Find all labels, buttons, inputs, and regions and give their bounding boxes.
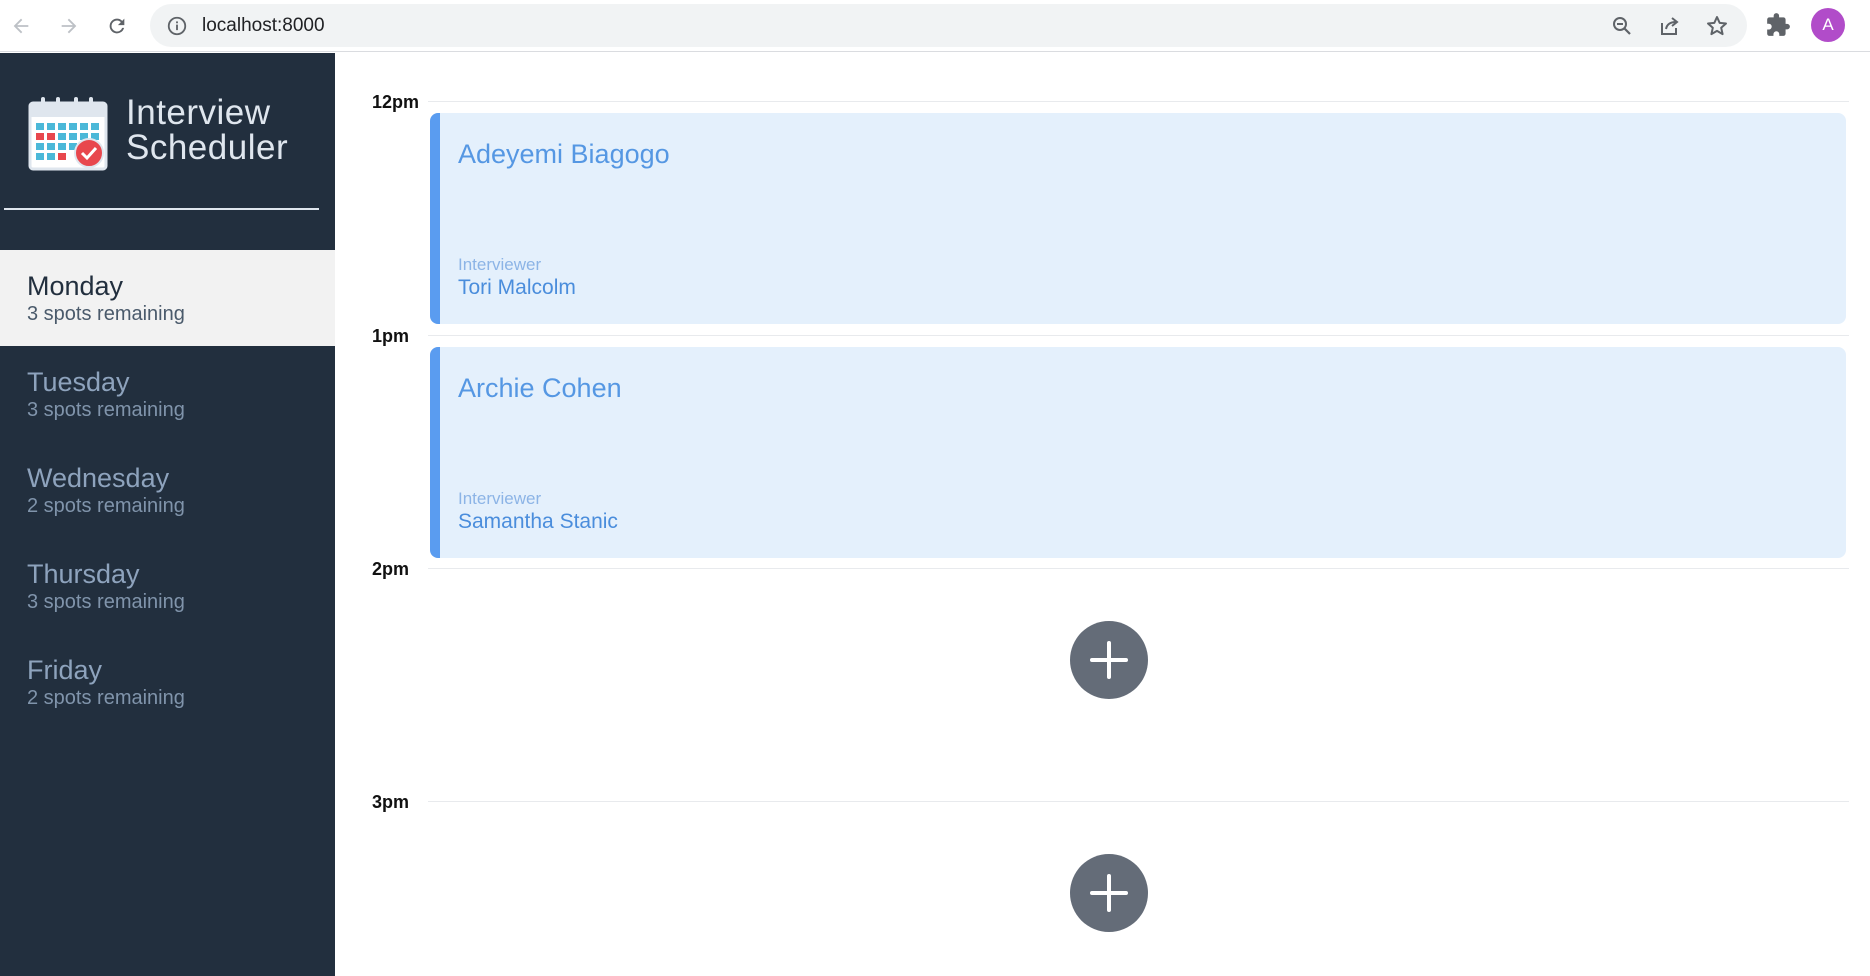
- sidebar-divider: [4, 208, 319, 210]
- zoom-icon[interactable]: [1610, 14, 1634, 38]
- time-slot-2pm: 2pm: [336, 520, 1870, 753]
- day-spots: 3 spots remaining: [27, 303, 185, 325]
- brand: Interview Scheduler: [28, 95, 288, 171]
- slot-divider: [428, 101, 1849, 102]
- day-name: Monday: [27, 271, 124, 301]
- interviewer-label: Interviewer: [458, 255, 542, 274]
- day-spots: 3 spots remaining: [27, 399, 185, 421]
- reload-icon: [109, 18, 125, 34]
- back-button[interactable]: [4, 9, 38, 43]
- app-title: Interview Scheduler: [126, 95, 288, 165]
- schedule: 12pm Adeyemi Biagogo Interviewer Tori Ma…: [336, 53, 1870, 976]
- browser-toolbar: localhost:8000 A: [0, 0, 1870, 52]
- student-name: Archie Cohen: [458, 373, 622, 403]
- calendar-logo-icon: [28, 97, 108, 171]
- plus-icon: [1090, 874, 1128, 912]
- forward-arrow-icon: [61, 18, 77, 34]
- slot-divider: [428, 568, 1849, 569]
- add-appointment-button[interactable]: [1070, 621, 1148, 699]
- star-icon[interactable]: [1705, 14, 1729, 38]
- address-bar[interactable]: localhost:8000: [150, 4, 1747, 47]
- profile-initial: A: [1822, 15, 1834, 34]
- reload-button[interactable]: [100, 9, 134, 43]
- sidebar: Interview Scheduler Monday 3 spots remai…: [0, 53, 335, 976]
- day-item-monday[interactable]: Monday 3 spots remaining: [0, 250, 335, 346]
- day-item-tuesday[interactable]: Tuesday 3 spots remaining: [0, 346, 335, 442]
- forward-button[interactable]: [52, 9, 86, 43]
- back-arrow-icon: [13, 18, 29, 34]
- interviewer-label: Interviewer: [458, 489, 542, 508]
- slot-time: 1pm: [372, 326, 410, 346]
- time-slot-12pm: 12pm Adeyemi Biagogo Interviewer Tori Ma…: [336, 53, 1870, 324]
- url-text[interactable]: localhost:8000: [202, 15, 325, 37]
- add-appointment-button[interactable]: [1070, 854, 1148, 932]
- time-slot-1pm: 1pm Archie Cohen Interviewer Samantha St…: [336, 287, 1870, 558]
- day-item-friday[interactable]: Friday 2 spots remaining: [0, 634, 335, 730]
- profile-avatar[interactable]: A: [1811, 8, 1845, 42]
- slot-divider: [428, 801, 1849, 802]
- day-list: Monday 3 spots remaining Tuesday 3 spots…: [0, 250, 335, 730]
- app-title-line1: Interview: [126, 93, 271, 132]
- day-spots: 2 spots remaining: [27, 495, 185, 517]
- day-name: Thursday: [27, 559, 140, 589]
- info-icon[interactable]: [166, 15, 188, 37]
- share-icon[interactable]: [1657, 14, 1681, 38]
- extensions-puzzle-icon[interactable]: [1765, 12, 1791, 38]
- slot-time: 3pm: [372, 792, 410, 812]
- day-item-thursday[interactable]: Thursday 3 spots remaining: [0, 538, 335, 634]
- day-spots: 2 spots remaining: [27, 687, 185, 709]
- plus-icon: [1090, 641, 1128, 679]
- slot-time: 2pm: [372, 559, 410, 579]
- slot-divider: [428, 335, 1849, 336]
- slot-time: 12pm: [372, 92, 420, 112]
- day-item-wednesday[interactable]: Wednesday 2 spots remaining: [0, 442, 335, 538]
- student-name: Adeyemi Biagogo: [458, 139, 670, 169]
- day-spots: 3 spots remaining: [27, 591, 185, 613]
- time-slot-3pm: 3pm: [336, 753, 1870, 976]
- app-title-line2: Scheduler: [126, 128, 289, 167]
- day-name: Tuesday: [27, 367, 130, 397]
- day-name: Wednesday: [27, 463, 170, 493]
- day-name: Friday: [27, 655, 103, 685]
